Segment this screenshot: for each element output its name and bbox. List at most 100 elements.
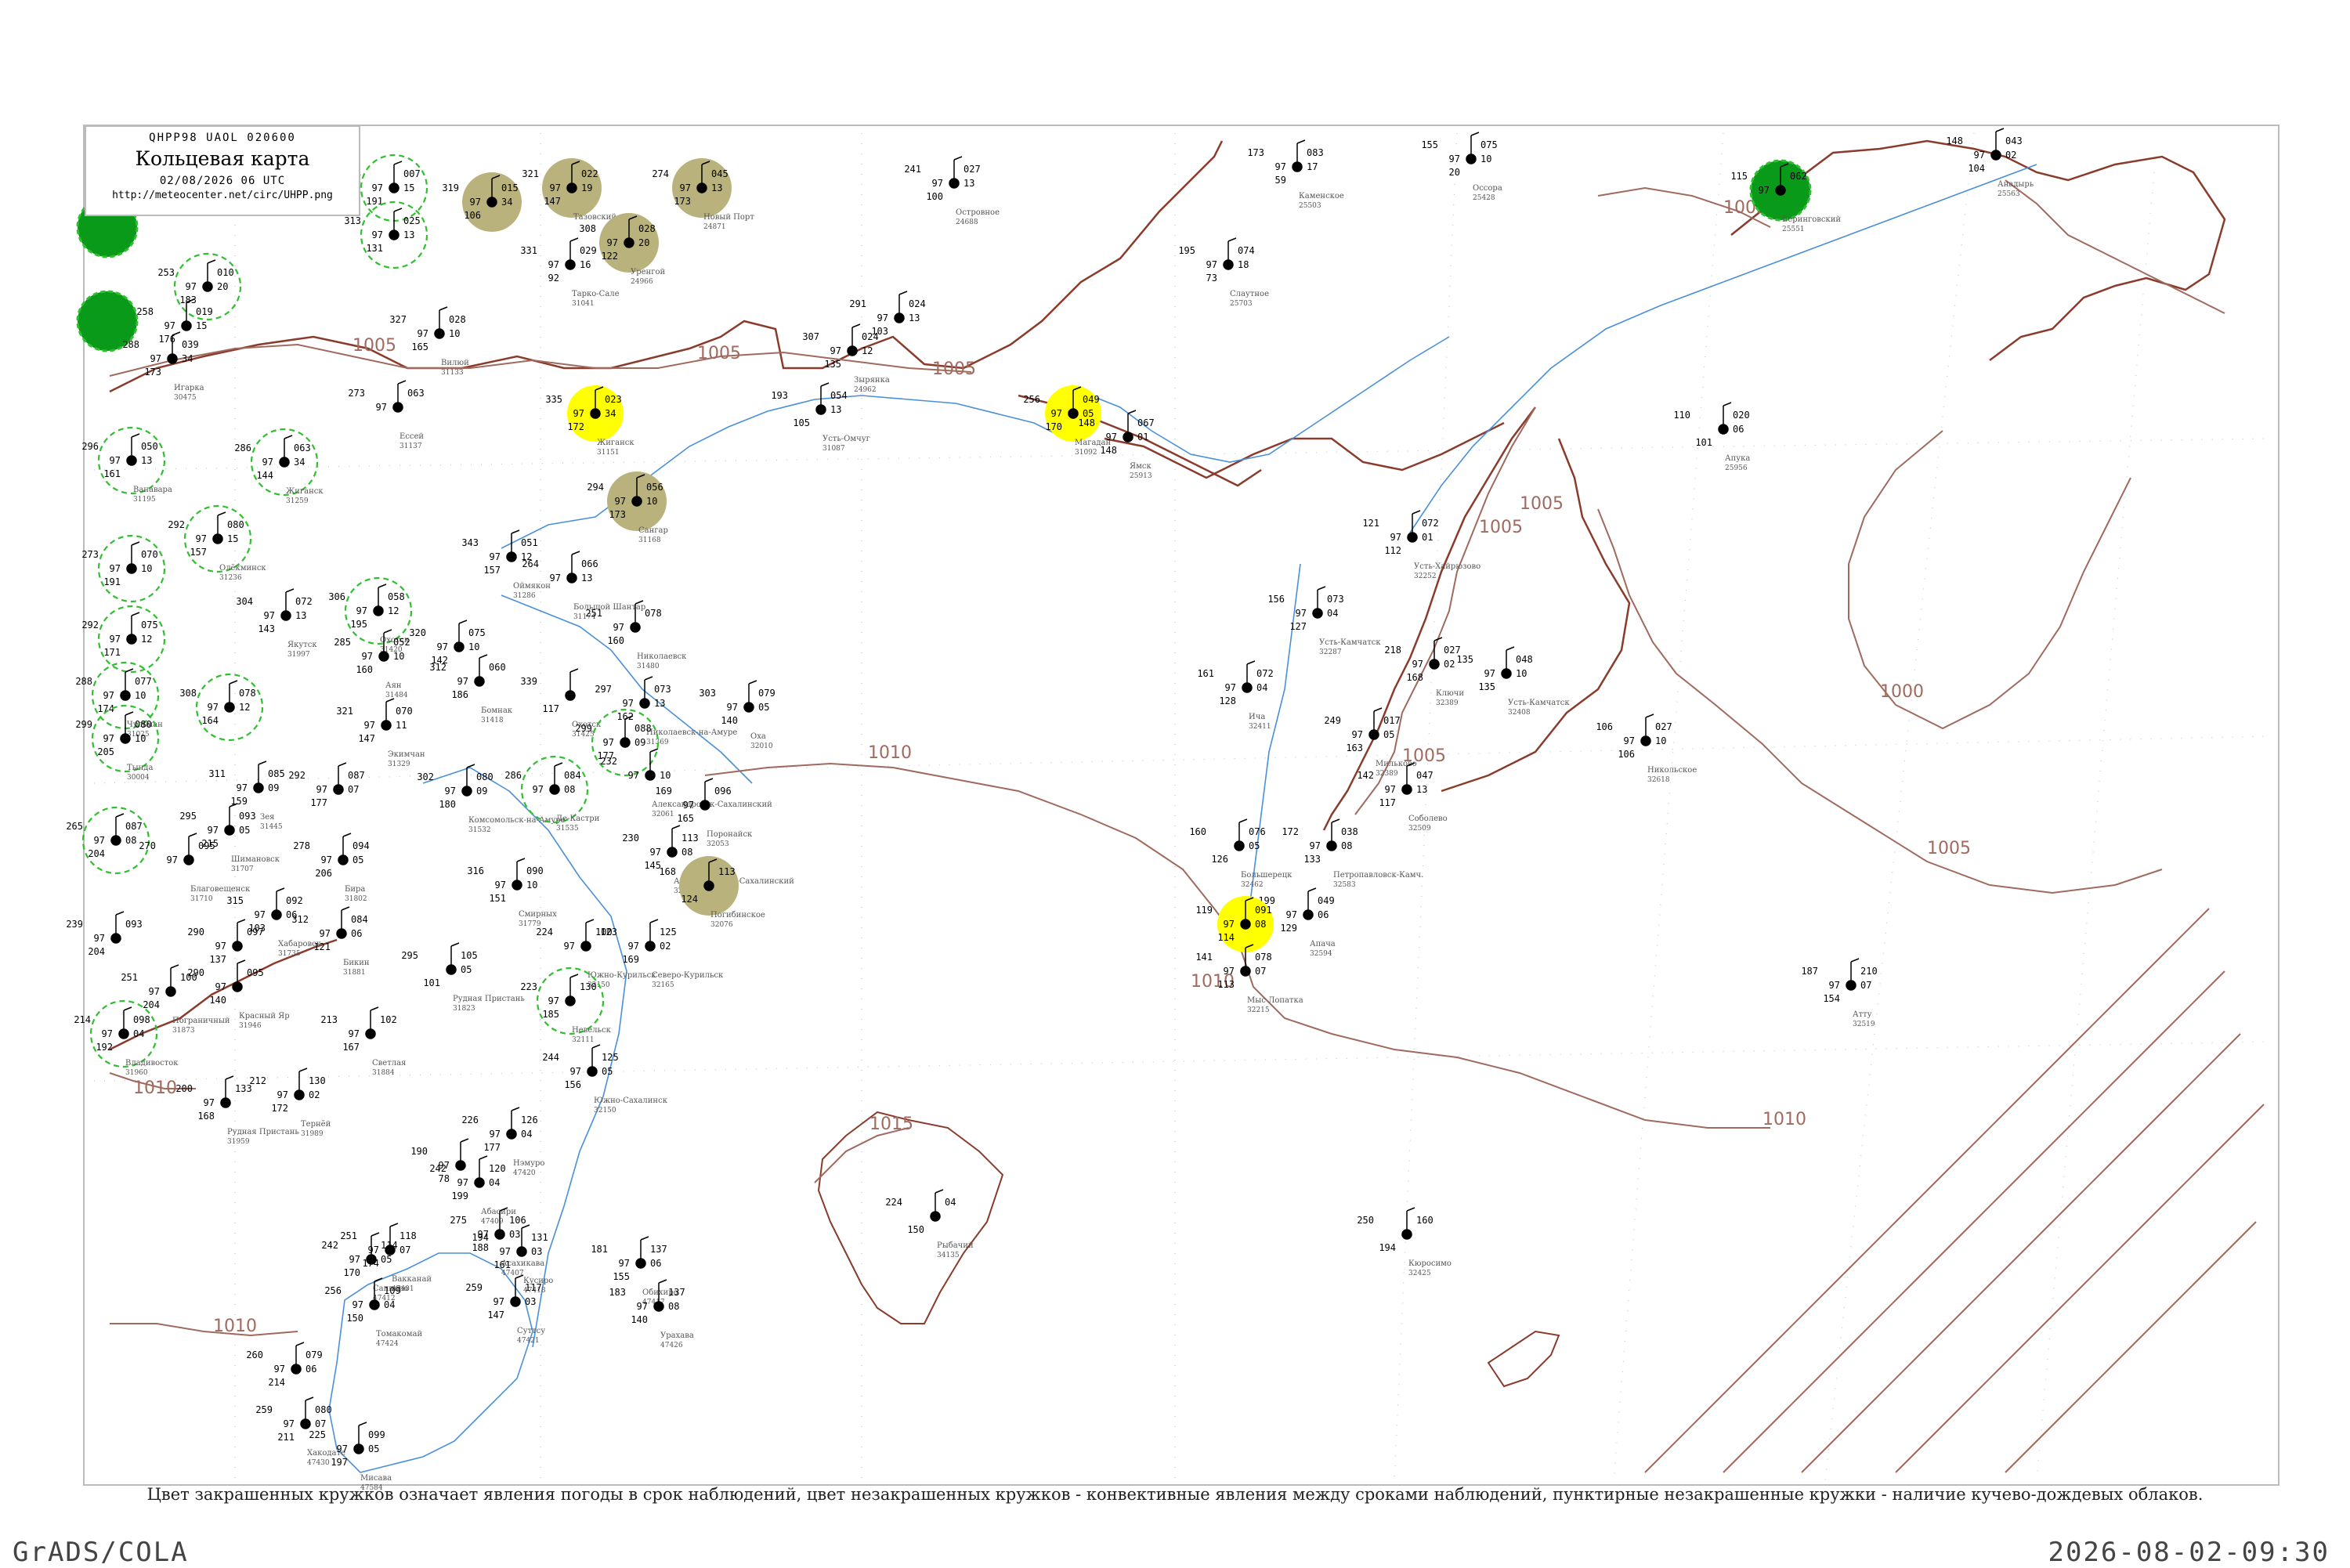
- temperature-value: 97: [628, 941, 639, 952]
- station[interactable]: 286 063 97 144 34 Жиганск31259: [234, 428, 324, 505]
- dewpoint-value: 20: [638, 237, 649, 248]
- station[interactable]: 161 072 97 128 04 Ича 32411: [1197, 660, 1274, 731]
- pressure-value: 315: [226, 895, 244, 906]
- station[interactable]: 156 073 97 127 04 Усть-Камчатск 32287: [1267, 586, 1381, 656]
- station[interactable]: 172 038 97 133 08 Петропавловск-Камч.32583: [1282, 818, 1423, 889]
- station[interactable]: 213 102 97 167 Светлая31884: [320, 1006, 406, 1077]
- station[interactable]: 299 080 97 205 10 Тында 30004: [75, 704, 160, 782]
- station[interactable]: 214 098 97 192 04 Владивосток31960: [74, 999, 179, 1077]
- station[interactable]: 292 087 97 177 07: [288, 762, 365, 808]
- visibility-value: 147: [487, 1310, 504, 1321]
- station[interactable]: 142 047 97 117 13 Соболево 32509: [1357, 762, 1448, 833]
- tendency-value: 027: [1655, 721, 1672, 732]
- station[interactable]: 273 063 97 Ессей 31137: [348, 380, 425, 450]
- station-id: 31823: [453, 1005, 475, 1013]
- station[interactable]: 294 056 97 173 10 Сангар 31168: [587, 471, 668, 544]
- station[interactable]: 304 072 97 143 13 Якутск 31997: [236, 588, 317, 659]
- dewpoint-value: 10: [135, 733, 146, 744]
- station[interactable]: 241 027 97 100 13 Островное 24688: [904, 156, 1000, 226]
- station-id: 47426: [660, 1342, 683, 1349]
- wind-barb-tick: [953, 156, 963, 161]
- station[interactable]: 195 074 97 73 18 Слаутное 25703: [1178, 237, 1269, 308]
- wind-barb-tick: [658, 1279, 667, 1284]
- station[interactable]: 256 0499717005Магадан31092: [1023, 385, 1112, 457]
- dewpoint-value: 05: [758, 702, 769, 713]
- tendency-value: 130: [580, 981, 597, 992]
- station[interactable]: 155 075 97 20 10 Оссора25428: [1421, 132, 1502, 202]
- visibility-value: 20: [1449, 167, 1460, 178]
- pressure-value: 148: [1946, 135, 1963, 146]
- station[interactable]: 307 024 97 135 12 Зырянка24962: [802, 323, 890, 394]
- station[interactable]: 242 1209719904Абасири47409: [429, 1155, 516, 1226]
- station[interactable]: 295 105 101 05 Рудная Пристань 31823: [401, 942, 525, 1013]
- station[interactable]: 135 048 97 135 10 Усть-Камчатск 32408: [1456, 646, 1570, 717]
- visibility-value: 100: [926, 191, 943, 202]
- station[interactable]: 106 027 97 106 10 Никольское32618: [1596, 714, 1697, 784]
- station[interactable]: 218 0279716802Ключи32389: [1384, 637, 1464, 707]
- station[interactable]: 265 087 97 204 08: [66, 806, 150, 875]
- wind-barb-tick: [439, 306, 448, 311]
- station[interactable]: 239 093 97 204: [66, 911, 143, 957]
- station[interactable]: 291 0249710313: [849, 291, 926, 337]
- visibility-value: 168: [1406, 672, 1423, 683]
- station[interactable]: 302 080 97 180 09 Комсомольск-на-Амуре31532: [417, 764, 566, 834]
- wind-barb-tick: [383, 629, 392, 634]
- station[interactable]: 316 0909715110Смирных31779: [467, 858, 557, 928]
- visibility-value: 101: [1695, 437, 1712, 448]
- visibility-value: 154: [1823, 993, 1840, 1004]
- station[interactable]: 320 0759714210: [409, 620, 486, 666]
- station[interactable]: 259 117 97 147 03 Суттсу 47421: [465, 1274, 545, 1345]
- station-id: 32425: [1408, 1270, 1431, 1277]
- dewpoint-value: 34: [294, 457, 305, 468]
- station[interactable]: 303 079 97 140 05 Оха32010: [699, 680, 776, 750]
- station[interactable]: 224 04 150 Рыбачий 34135: [885, 1189, 974, 1259]
- station[interactable]: 273 070 97 191 10: [81, 534, 166, 603]
- tendency-value: 010: [217, 267, 234, 278]
- station[interactable]: 319 015 97 106 34: [442, 172, 522, 232]
- station[interactable]: 321 0229714719Тазовский: [522, 158, 616, 222]
- station-id: 31873: [172, 1027, 195, 1035]
- station-name: Большерецк: [1241, 871, 1292, 880]
- station[interactable]: 173 083 97 59 17 Каменское25503: [1247, 139, 1344, 210]
- station[interactable]: 335 023 97 172 34 Жиганск 31151: [545, 385, 634, 457]
- station[interactable]: 250 160 194 Кюросимо 32425: [1357, 1207, 1452, 1277]
- tendency-value: 028: [449, 314, 466, 325]
- station[interactable]: 110 020 101 06 Апука25956: [1673, 402, 1750, 472]
- pressure-value: 169: [655, 786, 672, 797]
- station[interactable]: 321 070 97 147 11 Экимчан 31329: [336, 698, 425, 768]
- tendency-value: 029: [580, 245, 597, 256]
- station-id: 31532: [468, 826, 491, 834]
- station[interactable]: 160 076 126 05 Большерецк32462: [1189, 818, 1292, 889]
- station[interactable]: 258 0199717615: [136, 298, 213, 345]
- pressure-value: 119: [1195, 905, 1213, 916]
- temperature-value: 97: [500, 1246, 511, 1257]
- temperature-value: 97: [186, 281, 197, 292]
- dewpoint-value: 08: [564, 784, 575, 795]
- station[interactable]: 296 050 97 161 13 Ванавара 31195: [81, 426, 172, 504]
- isobar-label: 1010: [133, 1078, 177, 1098]
- station[interactable]: 244 125 97 156 05 Южно-Сахалинск 32150: [542, 1044, 668, 1115]
- station-id: 32509: [1408, 825, 1431, 833]
- visibility-value: 173: [144, 367, 161, 378]
- station[interactable]: 181 1379715506Обихиро47417: [591, 1236, 678, 1306]
- synoptic-map: 1005 100510051005100510051005100010101010…: [66, 125, 2280, 1492]
- render-timestamp: 2026-08-02-09:30: [2048, 1537, 2330, 1568]
- station[interactable]: 292 080 97 157 15 Олёкминск31236: [168, 504, 266, 582]
- station[interactable]: 148 043 97 104 02 Анадырь25563: [1946, 128, 2034, 198]
- station[interactable]: 278 094 97 206 05 Бира31802: [293, 833, 370, 903]
- station[interactable]: 285 052 97 160 10 Аян 31484: [334, 629, 410, 699]
- pressure-value: 274: [652, 168, 669, 179]
- station[interactable]: 308 078 97 164 12: [179, 673, 264, 742]
- pressure-value: 121: [1362, 518, 1379, 529]
- pressure-value: 316: [467, 865, 484, 876]
- wind-barb-tick: [115, 911, 125, 916]
- station[interactable]: 119 091 97 114 08: [1195, 896, 1274, 952]
- station[interactable]: 274 045 97 173 13 Новый Порт24871: [652, 158, 754, 231]
- station[interactable]: 260 079 97 214 06: [246, 1342, 323, 1388]
- river-anadyr: [1409, 164, 2037, 533]
- source-url[interactable]: http://meteocenter.net/circ/UHPP.png: [86, 190, 359, 201]
- station-id: 31946: [239, 1022, 262, 1030]
- station[interactable]: 290 097 97 137: [187, 919, 264, 965]
- station[interactable]: 312 060 97 186 Бомнак 31418: [429, 654, 513, 724]
- station[interactable]: 187 210 97 154 07 Атту 32519: [1801, 958, 1878, 1028]
